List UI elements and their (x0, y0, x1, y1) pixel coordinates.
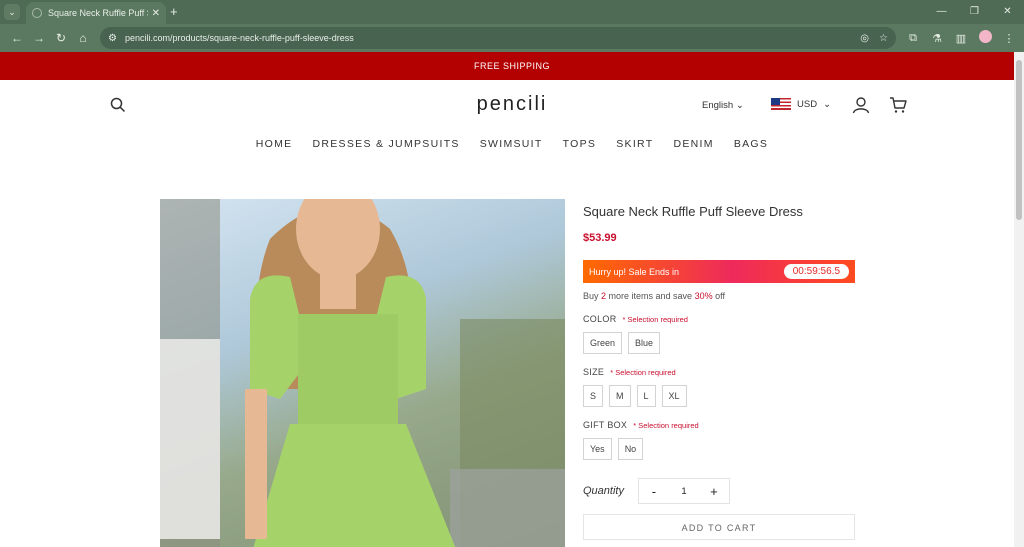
color-option: COLOR * Selection required Green Blue (583, 314, 855, 354)
nav-item-swimsuit[interactable]: SWIMSUIT (480, 138, 543, 150)
browser-tab[interactable]: Square Neck Ruffle Puff Sleeve ✕ (26, 2, 166, 24)
nav-item-tops[interactable]: TOPS (563, 138, 597, 150)
gift-chip-no[interactable]: No (617, 438, 644, 460)
decrease-button[interactable]: - (639, 479, 669, 503)
bundle-percent: 30% (694, 291, 713, 301)
countdown-timer: 00:59:56.5 (783, 264, 849, 279)
cart-icon[interactable] (889, 96, 907, 114)
required-note: * Selection required (622, 315, 688, 324)
product-price: $53.99 (583, 232, 617, 244)
language-label: English (702, 100, 734, 111)
quantity-row: Quantity - 1 + (583, 478, 855, 504)
side-panel-icon[interactable]: ▥ (952, 32, 970, 45)
required-note: * Selection required (610, 368, 676, 377)
language-selector[interactable]: English ⌄ (702, 100, 744, 111)
window-controls: — ❐ ✕ (925, 0, 1024, 24)
chevron-down-icon: ⌄ (735, 100, 744, 111)
quantity-label: Quantity (583, 485, 624, 497)
new-tab-button[interactable]: + (170, 4, 178, 19)
product-image[interactable] (160, 199, 565, 547)
announcement-bar: FREE SHIPPING (0, 52, 1024, 80)
account-icon[interactable] (852, 96, 870, 114)
sale-text: Hurry up! Sale Ends in (589, 266, 680, 277)
url-text[interactable]: pencili.com/products/square-neck-ruffle-… (125, 33, 850, 43)
bundle-prefix: Buy (583, 291, 602, 301)
sale-countdown-banner: Hurry up! Sale Ends in 00:59:56.5 (583, 260, 855, 283)
size-chip-xl[interactable]: XL (661, 385, 687, 407)
size-chip-l[interactable]: L (636, 385, 656, 407)
scrollbar-thumb[interactable] (1016, 60, 1022, 220)
color-chip-green[interactable]: Green (583, 332, 623, 354)
size-chip-s[interactable]: S (583, 385, 604, 407)
home-icon[interactable]: ⌂ (72, 31, 94, 45)
labs-flask-icon[interactable]: ⚗ (928, 32, 946, 45)
site-logo[interactable]: pencili (0, 93, 1024, 116)
required-note: * Selection required (633, 421, 699, 430)
extensions-icon[interactable]: ⧉ (904, 32, 922, 45)
web-page: FREE SHIPPING pencili English ⌄ USD ⌄ HO… (0, 52, 1024, 547)
forward-icon[interactable]: → (28, 31, 50, 45)
currency-label: USD (797, 98, 818, 110)
nav-item-home[interactable]: HOME (256, 138, 293, 150)
color-label: COLOR (583, 314, 617, 324)
currency-selector[interactable]: USD ⌄ (771, 98, 831, 110)
chevron-down-icon: ⌄ (823, 98, 832, 110)
tab-close-icon[interactable]: ✕ (152, 8, 160, 19)
tab-search-icon[interactable]: ⌄ (4, 4, 20, 20)
size-label: SIZE (583, 367, 605, 377)
add-to-cart-button[interactable]: ADD TO CART (583, 514, 855, 540)
site-info-icon[interactable]: ⚙ (108, 33, 117, 44)
restore-icon[interactable]: ❐ (958, 0, 991, 24)
profile-avatar[interactable] (976, 30, 994, 46)
eye-off-icon[interactable]: ◎ (860, 33, 869, 44)
product-info: Square Neck Ruffle Puff Sleeve Dress $53… (583, 199, 855, 540)
bundle-offer: Buy 2 more items and save 30% off (583, 291, 855, 301)
gift-box-label: GIFT BOX (583, 420, 628, 430)
reload-icon[interactable]: ↻ (50, 31, 72, 45)
back-icon[interactable]: ← (6, 31, 28, 45)
color-chip-blue[interactable]: Blue (628, 332, 661, 354)
main-navigation: HOME DRESSES & JUMPSUITS SWIMSUIT TOPS S… (0, 130, 1024, 158)
bundle-middle: more items and save (606, 291, 695, 301)
nav-item-bags[interactable]: BAGS (734, 138, 768, 150)
browser-tab-strip: ⌄ Square Neck Ruffle Puff Sleeve ✕ + — ❐… (0, 0, 1024, 24)
increase-button[interactable]: + (699, 479, 729, 503)
bookmark-star-icon[interactable]: ☆ (879, 33, 888, 44)
minimize-icon[interactable]: — (925, 0, 958, 24)
bundle-suffix: off (712, 291, 725, 301)
size-option: SIZE * Selection required S M L XL (583, 367, 855, 407)
nav-item-denim[interactable]: DENIM (673, 138, 713, 150)
address-bar[interactable]: ⚙ pencili.com/products/square-neck-ruffl… (100, 27, 896, 49)
nav-item-dresses-jumpsuits[interactable]: DRESSES & JUMPSUITS (312, 138, 459, 150)
product-title: Square Neck Ruffle Puff Sleeve Dress (583, 204, 803, 219)
tab-title: Square Neck Ruffle Puff Sleeve (48, 8, 148, 18)
more-menu-icon[interactable]: ⋮ (1000, 32, 1018, 45)
tab-favicon-icon (32, 8, 42, 18)
gift-chip-yes[interactable]: Yes (583, 438, 612, 460)
page-scrollbar[interactable] (1014, 52, 1024, 547)
gift-box-option: GIFT BOX * Selection required Yes No (583, 420, 855, 460)
size-chip-m[interactable]: M (609, 385, 631, 407)
quantity-stepper: - 1 + (637, 478, 730, 504)
close-window-icon[interactable]: ✕ (991, 0, 1024, 24)
browser-toolbar: ← → ↻ ⌂ ⚙ pencili.com/products/square-ne… (0, 24, 1024, 52)
us-flag-icon (771, 98, 791, 110)
site-header: pencili English ⌄ USD ⌄ (0, 80, 1024, 130)
nav-item-skirt[interactable]: SKIRT (616, 138, 653, 150)
product-photo-illustration (160, 199, 565, 547)
quantity-input[interactable]: 1 (669, 479, 699, 503)
